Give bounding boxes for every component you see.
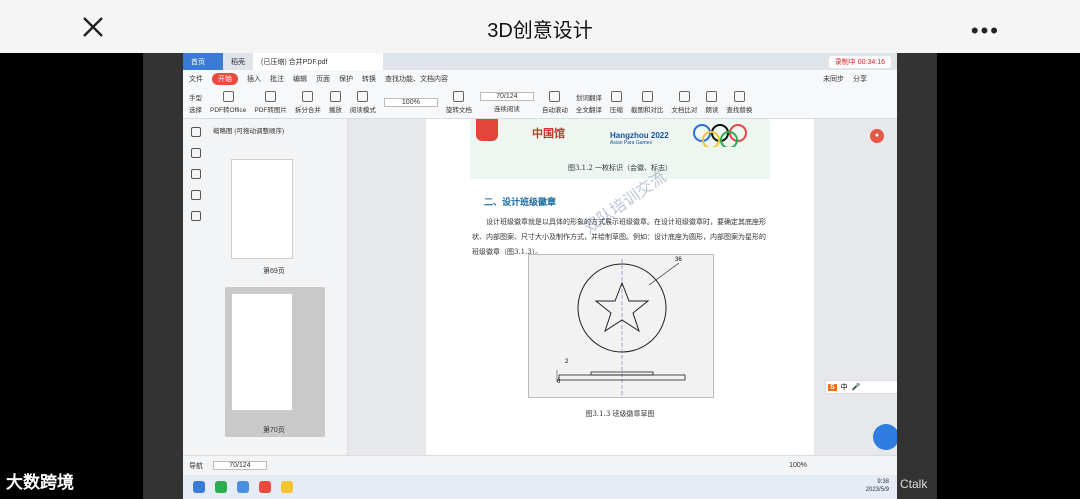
split-button[interactable]: 拆分合并 bbox=[295, 91, 321, 114]
document-page: 中国馆 Hangzhou 2022 Asian Para Games 图3.1.… bbox=[426, 119, 814, 455]
section-heading: 二、设计班级徽章 bbox=[484, 198, 557, 208]
speaker-icon bbox=[706, 91, 718, 102]
rotate-button[interactable]: 旋转文档 bbox=[446, 91, 472, 114]
hangzhou-sub: Asian Para Games bbox=[610, 140, 652, 146]
nav-button[interactable]: 导航 bbox=[189, 461, 203, 471]
pavilion-logo bbox=[476, 119, 498, 141]
read-mode-button[interactable]: 阅读模式 bbox=[350, 91, 376, 114]
figure-caption-1: 图3.1.2 一枚标识（会徽、标志） bbox=[567, 164, 673, 172]
watermark-left: 大数跨境 bbox=[6, 473, 74, 492]
image-icon bbox=[265, 91, 277, 102]
split-icon bbox=[302, 91, 314, 102]
video-stage: 首页 稻壳 (已压缩) 合并PDF.pdf 录制中 00:34:16 文件 开始… bbox=[143, 53, 937, 499]
tab-bar: 首页 稻壳 (已压缩) 合并PDF.pdf 录制中 00:34:16 bbox=[183, 53, 897, 70]
signature-icon[interactable] bbox=[191, 211, 201, 221]
screenshot-button[interactable]: 截图和对比 bbox=[631, 91, 663, 114]
app-icon[interactable] bbox=[237, 481, 249, 493]
dimension-2: 2 bbox=[565, 359, 569, 365]
status-zoom[interactable]: 100% bbox=[789, 462, 807, 469]
recording-badge: 录制中 00:34:16 bbox=[828, 55, 891, 68]
pdf-window: 首页 稻壳 (已压缩) 合并PDF.pdf 录制中 00:34:16 文件 开始… bbox=[183, 53, 897, 499]
page-69-label: 第69页 bbox=[263, 268, 285, 275]
start-icon[interactable] bbox=[193, 481, 205, 493]
system-clock: 9:38 2023/5/9 bbox=[865, 479, 889, 493]
menu-start[interactable]: 开始 bbox=[212, 72, 238, 85]
folder-icon[interactable] bbox=[281, 481, 293, 493]
menu-sync[interactable]: 未同步 bbox=[823, 74, 844, 84]
badge-sketch-figure: 36 2 6 bbox=[528, 254, 714, 398]
play-button[interactable]: 播放 bbox=[329, 91, 342, 114]
pdf-office-button[interactable]: PDF转Office bbox=[210, 91, 246, 114]
rotate-icon bbox=[453, 91, 465, 102]
assistant-button[interactable]: ● bbox=[870, 129, 884, 143]
sidebar-header: 缩略图 (可拖动调整顺序) bbox=[213, 128, 285, 135]
tts-button[interactable]: 朗读 bbox=[705, 91, 718, 114]
play-icon bbox=[329, 91, 341, 102]
status-page[interactable]: 70/124 bbox=[213, 461, 267, 470]
menu-search[interactable]: 查找功能、文档内容 bbox=[385, 74, 448, 84]
watermark-right: Ctalk bbox=[900, 477, 928, 491]
dimension-36: 36 bbox=[675, 257, 682, 263]
thumbnail-icon[interactable] bbox=[191, 148, 201, 158]
find-replace-button[interactable]: 查找替换 bbox=[726, 91, 752, 114]
page-70-label: 第70页 bbox=[263, 427, 285, 434]
hand-tool[interactable]: 手型 选择 bbox=[189, 92, 202, 114]
pdf-image-button[interactable]: PDF转图片 bbox=[254, 91, 287, 114]
scissors-icon bbox=[641, 91, 653, 102]
figure-caption-2: 图3.1.3 班级徽章草图 bbox=[585, 410, 655, 418]
app-icon[interactable] bbox=[215, 481, 227, 493]
thumbnail-page-70[interactable] bbox=[231, 293, 293, 411]
scroll-icon bbox=[549, 91, 561, 102]
compare-icon bbox=[678, 91, 690, 102]
tab-doc[interactable]: (已压缩) 合并PDF.pdf bbox=[253, 53, 383, 70]
menu-protect[interactable]: 保护 bbox=[339, 74, 353, 84]
menu-bar: 文件 开始 插入 批注 编辑 页面 保护 转换 查找功能、文档内容 未同步 分享 bbox=[183, 70, 897, 87]
toolbar: 手型 选择 PDF转Office PDF转图片 拆分合并 播放 阅读模式 100%… bbox=[183, 87, 897, 119]
taskbar: 9:38 2023/5/9 bbox=[183, 475, 897, 499]
zoom-select[interactable]: 100% bbox=[383, 98, 438, 107]
sidebar-icons bbox=[183, 119, 209, 455]
menu-insert[interactable]: 插入 bbox=[247, 74, 261, 84]
compare-button[interactable]: 文档比对 bbox=[671, 91, 697, 114]
dimension-6: 6 bbox=[557, 379, 561, 385]
attachment-icon[interactable] bbox=[191, 190, 201, 200]
bookmark-icon[interactable] bbox=[191, 127, 201, 137]
ime-toolbar[interactable]: S 中 🎤 bbox=[825, 380, 897, 394]
more-icon[interactable]: ••• bbox=[971, 18, 1000, 44]
auto-scroll-button[interactable]: 自动滚动 bbox=[542, 91, 568, 114]
compress-icon bbox=[610, 91, 622, 102]
top-bar: 3D创意设计 ••• bbox=[0, 0, 1080, 53]
menu-page[interactable]: 页面 bbox=[316, 74, 330, 84]
chat-button[interactable] bbox=[873, 424, 897, 450]
sogou-icon: S bbox=[828, 383, 837, 391]
olympic-rings-icon bbox=[693, 124, 747, 147]
thumbnail-page-69[interactable] bbox=[231, 159, 293, 259]
page-title: 3D创意设计 bbox=[487, 20, 593, 42]
search-icon bbox=[733, 91, 745, 102]
tab-home[interactable]: 首页 bbox=[183, 53, 223, 70]
status-bar: 导航 70/124 100% bbox=[183, 455, 897, 475]
thumbnail-sidebar: 缩略图 (可拖动调整顺序) 第69页 第70页 bbox=[183, 119, 348, 455]
mic-icon: 🎤 bbox=[851, 384, 861, 391]
hangzhou-label: Hangzhou 2022 bbox=[610, 131, 669, 140]
menu-annotate[interactable]: 批注 bbox=[270, 74, 284, 84]
page-input[interactable]: 70/124 连续阅读 bbox=[479, 92, 534, 113]
convert-icon bbox=[222, 91, 234, 102]
menu-file[interactable]: 文件 bbox=[189, 74, 203, 84]
badge-sketch-drawing bbox=[556, 259, 686, 395]
menu-share[interactable]: 分享 bbox=[853, 74, 867, 84]
translate-button[interactable]: 划词翻译 全文翻译 bbox=[576, 92, 602, 114]
app-icon[interactable] bbox=[259, 481, 271, 493]
compress-button[interactable]: 压缩 bbox=[610, 91, 623, 114]
document-area: 中国馆 Hangzhou 2022 Asian Para Games 图3.1.… bbox=[348, 119, 897, 455]
comment-icon[interactable] bbox=[191, 169, 201, 179]
menu-edit[interactable]: 编辑 bbox=[293, 74, 307, 84]
book-icon bbox=[357, 91, 369, 102]
brand-label: 中国馆 bbox=[532, 128, 565, 140]
tab-shell[interactable]: 稻壳 bbox=[223, 53, 253, 70]
menu-convert[interactable]: 转换 bbox=[362, 74, 376, 84]
